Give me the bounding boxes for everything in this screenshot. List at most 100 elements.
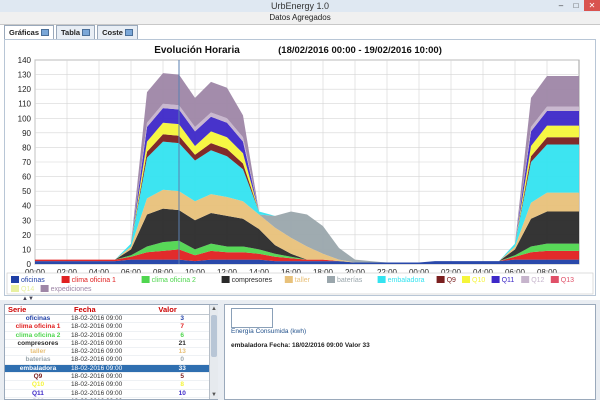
table-row[interactable]: taller 18-02-2016 09:00 13 [5, 347, 209, 357]
cell-serie: Q9 [5, 372, 71, 382]
legend-swatch-bater-as [327, 276, 335, 283]
legend-swatch-q12 [521, 276, 530, 283]
column-header-serie[interactable]: Serie [5, 305, 71, 315]
chart-title: Evolución Horaria [154, 45, 240, 56]
cell-fecha: 18-02-2016 09:00 [70, 322, 156, 332]
scroll-up-arrow-icon[interactable]: ▲ [210, 305, 218, 313]
cell-valor: 13 [155, 347, 209, 357]
table-scrollbar[interactable]: ▲ ▼ [209, 305, 218, 399]
legend-swatch-q13 [550, 276, 559, 283]
selection-info: embaladora Fecha: 18/02/2016 09:00 Valor… [231, 342, 370, 349]
legend-swatch-q9 [436, 276, 445, 283]
window-title: UrbEnergy 1.0 [270, 1, 330, 11]
legend-label-q14[interactable]: Q14 [21, 286, 34, 293]
tab-graficas[interactable]: Gráficas [4, 25, 55, 39]
legend-swatch-q11 [491, 276, 500, 283]
table-row[interactable]: clima oficina 2 18-02-2016 09:00 6 [5, 331, 209, 340]
cell-fecha: 18-02-2016 09:00 [70, 372, 156, 382]
minimize-button[interactable]: – [554, 0, 568, 11]
table-row[interactable]: baterias 18-02-2016 09:00 0 [5, 355, 209, 365]
table-row[interactable]: clima oficina 1 18-02-2016 09:00 7 [5, 322, 209, 332]
y-tick-label: 10 [22, 245, 31, 254]
y-axis: 0102030405060708090100110120130140 [18, 56, 32, 269]
column-header-valor[interactable]: Valor [155, 305, 209, 315]
cell-valor: 33 [155, 364, 209, 374]
legend-label-q10[interactable]: Q10 [472, 277, 485, 284]
y-tick-label: 80 [22, 143, 31, 152]
legend-label-compresores[interactable]: compresores [232, 277, 273, 284]
close-button[interactable]: ✕ [584, 0, 600, 11]
scroll-down-arrow-icon[interactable]: ▼ [210, 391, 218, 399]
y-tick-label: 110 [18, 100, 31, 109]
y-tick-label: 130 [18, 71, 32, 80]
y-tick-label: 40 [22, 202, 31, 211]
legend-label-taller[interactable]: taller [295, 277, 311, 284]
table-icon [82, 29, 91, 36]
cell-valor: 21 [155, 339, 209, 349]
tab-coste-label: Coste [102, 28, 123, 37]
cell-fecha: 18-02-2016 09:00 [70, 364, 156, 374]
table-header-row: Serie Fecha Valor [5, 305, 209, 315]
maximize-button[interactable]: □ [569, 0, 583, 11]
cell-valor: 10 [155, 389, 209, 398]
legend-label-clima-oficina-1[interactable]: clima oficina 1 [72, 277, 116, 284]
scroll-thumb[interactable] [211, 315, 217, 357]
chart-subtitle: (18/02/2016 00:00 - 19/02/2016 10:00) [278, 45, 442, 56]
cell-serie: embaladora [5, 364, 71, 374]
legend-label-oficinas[interactable]: oficinas [21, 277, 45, 284]
legend-swatch-q10 [462, 276, 470, 283]
detail-panel: Energía Consumida (kwh) embaladora Fecha… [224, 304, 596, 400]
tab-coste[interactable]: Coste [97, 25, 138, 39]
cell-fecha: 18-02-2016 09:00 [70, 314, 156, 324]
cell-valor: 7 [155, 322, 209, 332]
legend-label-q12[interactable]: Q12 [531, 277, 544, 284]
cell-fecha: 18-02-2016 09:00 [70, 355, 156, 365]
legend-label-bater-as[interactable]: baterías [337, 277, 363, 284]
y-tick-label: 120 [18, 85, 32, 94]
cell-fecha: 18-02-2016 09:00 [70, 339, 156, 349]
panel-title: Datos Agregados [269, 13, 331, 22]
table-row[interactable]: Q10 18-02-2016 09:00 8 [5, 380, 209, 390]
table-row[interactable]: Q9 18-02-2016 09:00 5 [5, 372, 209, 382]
table-row[interactable]: compresores 18-02-2016 09:00 21 [5, 339, 209, 349]
legend-swatch-taller [284, 276, 293, 283]
legend-label-embaladora[interactable]: embaladora [388, 277, 425, 284]
tab-tabla[interactable]: Tabla [56, 25, 96, 39]
panel-header: Datos Agregados [0, 12, 600, 25]
legend-label-clima-oficina-2[interactable]: clima oficina 2 [152, 277, 196, 284]
cell-valor: 3 [155, 314, 209, 324]
splitter-handle[interactable]: ▲▼ [22, 296, 34, 302]
column-header-fecha[interactable]: Fecha [70, 305, 156, 315]
cell-valor: 8 [155, 380, 209, 390]
cell-valor: 6 [155, 331, 209, 340]
legend-swatch-oficinas [11, 276, 19, 283]
legend-label-q9[interactable]: Q9 [447, 277, 456, 284]
legend-label-expediciones[interactable]: expediciones [51, 286, 92, 293]
legend-swatch-clima-oficina-2 [141, 276, 150, 283]
legend-swatch-expediciones [40, 285, 49, 292]
y-tick-label: 90 [22, 129, 31, 138]
cell-fecha: 18-02-2016 09:00 [70, 331, 156, 340]
y-tick-label: 100 [18, 114, 32, 123]
table-row[interactable]: embaladora 18-02-2016 09:00 33 [5, 364, 209, 374]
legend-label-q11[interactable]: Q11 [502, 277, 515, 284]
cell-serie: Q11 [5, 389, 71, 398]
y-tick-label: 140 [18, 56, 32, 65]
cost-icon [124, 29, 133, 36]
table-row[interactable]: Q11 18-02-2016 09:00 10 [5, 389, 209, 398]
tab-tabla-label: Tabla [61, 28, 81, 37]
tab-graficas-label: Gráficas [9, 28, 40, 37]
table-row[interactable]: oficinas 18-02-2016 09:00 3 [5, 314, 209, 324]
legend-swatch-embaladora [377, 276, 386, 283]
cell-serie: taller [5, 347, 71, 357]
cell-serie: baterias [5, 355, 71, 365]
cell-serie: Q10 [5, 380, 71, 390]
legend-label-q13[interactable]: Q13 [561, 277, 574, 284]
window-controls: – □ ✕ [553, 0, 600, 12]
y-tick-label: 60 [22, 173, 31, 182]
stacked-area-chart[interactable]: Evolución Horaria (18/02/2016 00:00 - 19… [5, 40, 595, 295]
legend-swatch-clima-oficina-1 [61, 276, 70, 283]
cell-serie: compresores [5, 339, 71, 349]
series-color-swatch [231, 308, 273, 328]
cell-valor: 5 [155, 372, 209, 382]
